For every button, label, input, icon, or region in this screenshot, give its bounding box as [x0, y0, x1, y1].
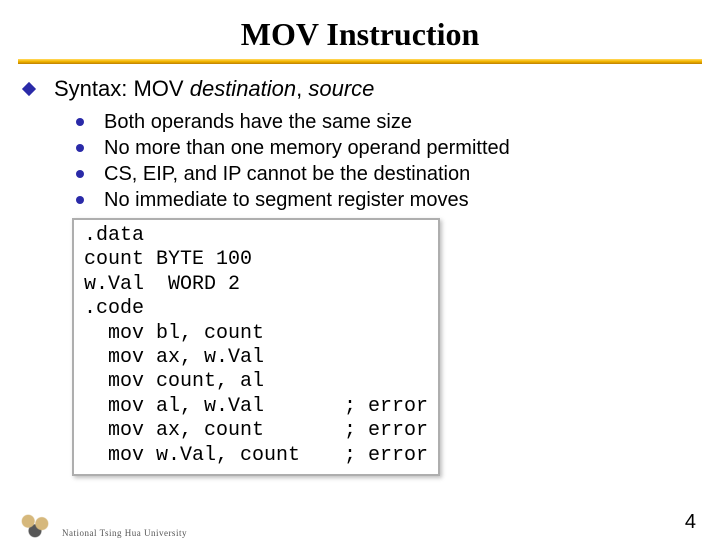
code-row: mov bl, count — [84, 322, 428, 346]
code-row: mov ax, count; error — [84, 419, 428, 443]
bullet-dot-icon — [76, 144, 84, 152]
main-bullet-text: Syntax: MOV destination, source — [54, 76, 374, 102]
list-item-text: No immediate to segment register moves — [104, 188, 469, 213]
list-item: Both operands have the same size — [76, 110, 682, 135]
bullet-dot-icon — [76, 196, 84, 204]
diamond-icon — [22, 82, 36, 96]
code-row: mov count, al — [84, 370, 428, 394]
list-item: CS, EIP, and IP cannot be the destinatio… — [76, 162, 682, 187]
code-row: mov ax, w.Val — [84, 346, 428, 370]
bullet-dot-icon — [76, 170, 84, 178]
footer-logo: National Tsing Hua University — [18, 514, 187, 538]
syntax-sep: , — [296, 76, 308, 101]
syntax-src: source — [308, 76, 374, 101]
content-area: Syntax: MOV destination, source Both ope… — [0, 76, 720, 476]
list-item: No immediate to segment register moves — [76, 188, 682, 213]
list-item-text: No more than one memory operand permitte… — [104, 136, 510, 161]
code-lhs: mov ax, w.Val — [84, 346, 344, 370]
university-logo-icon — [18, 514, 52, 538]
divider — [18, 59, 702, 64]
code-head: .data count BYTE 100 w.Val WORD 2 .code — [84, 224, 428, 322]
list-item-text: CS, EIP, and IP cannot be the destinatio… — [104, 162, 470, 187]
page-number: 4 — [685, 511, 696, 534]
code-lhs: mov w.Val, count — [84, 444, 344, 468]
code-block: .data count BYTE 100 w.Val WORD 2 .code … — [72, 218, 440, 476]
footer-text: National Tsing Hua University — [62, 528, 187, 538]
code-row: mov w.Val, count; error — [84, 444, 428, 468]
code-lhs: mov count, al — [84, 370, 344, 394]
slide-title: MOV Instruction — [0, 16, 720, 53]
code-rhs: ; error — [344, 419, 428, 443]
code-rhs: ; error — [344, 395, 428, 419]
syntax-dest: destination — [190, 76, 296, 101]
code-rhs: ; error — [344, 444, 428, 468]
list-item-text: Both operands have the same size — [104, 110, 412, 135]
syntax-prefix: Syntax: MOV — [54, 76, 190, 101]
code-lhs: mov bl, count — [84, 322, 344, 346]
main-bullet: Syntax: MOV destination, source — [24, 76, 682, 102]
code-row: mov al, w.Val; error — [84, 395, 428, 419]
code-lhs: mov ax, count — [84, 419, 344, 443]
sub-bullet-list: Both operands have the same size No more… — [76, 110, 682, 476]
list-item: No more than one memory operand permitte… — [76, 136, 682, 161]
code-lhs: mov al, w.Val — [84, 395, 344, 419]
bullet-dot-icon — [76, 118, 84, 126]
